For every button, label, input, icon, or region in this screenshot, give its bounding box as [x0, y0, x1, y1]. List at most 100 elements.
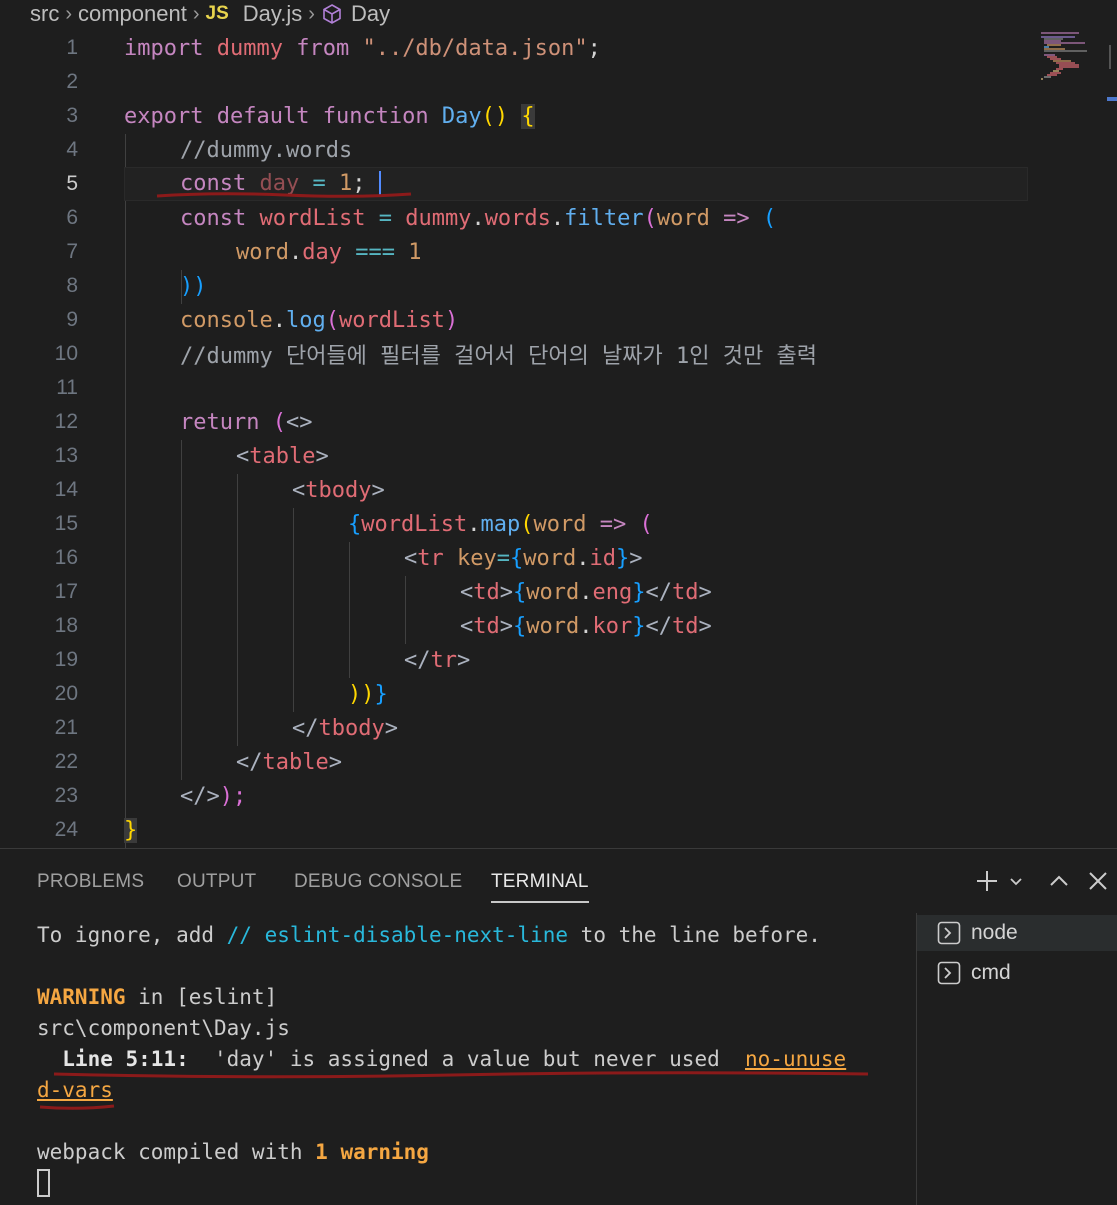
chevron-down-icon[interactable]	[1004, 867, 1028, 895]
code-line[interactable]: 16 <tr key={word.id}>	[0, 541, 1117, 575]
code-line[interactable]: 14 <tbody>	[0, 473, 1117, 507]
code-line[interactable]: 3 export default function Day() {	[0, 99, 1117, 133]
line-number: 4	[66, 138, 78, 161]
line-number: 11	[56, 376, 78, 399]
code-line[interactable]: 1 import dummy from "../db/data.json";	[0, 31, 1117, 65]
line-number: 18	[54, 614, 78, 637]
code-line[interactable]: 8 ))	[0, 269, 1117, 303]
minimap[interactable]	[1035, 31, 1117, 848]
code-comment: //dummy.words	[180, 137, 353, 163]
line-number: 14	[54, 478, 78, 501]
line-number: 3	[66, 104, 78, 127]
chevron-right-icon: ›	[65, 2, 72, 25]
code-line[interactable]: 23 </>);	[0, 779, 1117, 813]
line-number: 13	[54, 444, 78, 467]
line-number: 6	[66, 206, 78, 229]
terminal-output[interactable]: To ignore, add // eslint-disable-next-li…	[0, 913, 915, 1205]
code-text: export default function Day() {	[124, 103, 535, 129]
code-line[interactable]: 22 </table>	[0, 745, 1117, 779]
code-line[interactable]: 9 console.log(wordList)	[0, 303, 1117, 337]
breadcrumb-file[interactable]: Day.js	[243, 1, 303, 27]
code-line[interactable]: 12 return (<>	[0, 405, 1117, 439]
terminal-icon	[937, 921, 961, 945]
code-line[interactable]: 20 ))}	[0, 677, 1117, 711]
breadcrumb-src[interactable]: src	[30, 1, 59, 27]
code-text: ))	[180, 273, 207, 299]
line-number: 16	[54, 546, 78, 569]
code-text: return (<>	[180, 409, 313, 435]
tab-problems[interactable]: PROBLEMS	[37, 871, 144, 893]
close-icon[interactable]	[1084, 867, 1112, 895]
code-line[interactable]: 18 <td>{word.kor}</td>	[0, 609, 1117, 643]
code-line[interactable]: 15 {wordList.map(word => (	[0, 507, 1117, 541]
terminal-line: webpack compiled with 1 warning	[37, 1140, 429, 1164]
code-line[interactable]: 6 const wordList = dummy.words.filter(wo…	[0, 201, 1117, 235]
chevron-up-icon[interactable]	[1045, 867, 1073, 895]
symbol-cube-icon	[321, 3, 343, 25]
plus-icon[interactable]	[973, 867, 1001, 895]
code-text: const wordList = dummy.words.filter(word…	[180, 205, 777, 231]
line-number: 24	[54, 818, 78, 841]
tab-debug-console[interactable]: DEBUG CONSOLE	[294, 871, 462, 893]
code-comment: //dummy 단어들에 필터를 걸어서 단어의 날짜가 1인 것만 출력	[180, 344, 817, 369]
line-number: 12	[54, 410, 78, 433]
code-line[interactable]: 17 <td>{word.eng}</td>	[0, 575, 1117, 609]
code-text: <tbody>	[292, 477, 385, 503]
line-number: 5	[66, 172, 78, 195]
terminal-item-node[interactable]: node	[917, 915, 1117, 951]
terminal-item-label: node	[971, 921, 1018, 944]
terminal-line: WARNING in [eslint]	[37, 985, 278, 1009]
terminal-list: node cmd	[916, 913, 1117, 1205]
code-line[interactable]: 11	[0, 371, 1117, 405]
code-text: </tbody>	[292, 715, 398, 741]
minimap-scroll-indicator	[1109, 45, 1111, 69]
code-line[interactable]: 2	[0, 65, 1117, 99]
code-line-current[interactable]: 5 const day = 1;	[0, 167, 1117, 201]
line-number: 17	[54, 580, 78, 603]
red-underline-annotation	[156, 192, 412, 198]
line-number: 22	[54, 750, 78, 773]
code-text: import dummy from "../db/data.json";	[124, 35, 601, 61]
line-number: 2	[66, 70, 78, 93]
code-line[interactable]: 21 </tbody>	[0, 711, 1117, 745]
bottom-panel: PROBLEMS OUTPUT DEBUG CONSOLE TERMINAL T…	[0, 848, 1117, 1205]
code-text: <table>	[236, 443, 329, 469]
code-text: }	[124, 817, 138, 843]
line-number: 21	[54, 716, 78, 739]
terminal-line: src\component\Day.js	[37, 1016, 290, 1040]
code-line[interactable]: 19 </tr>	[0, 643, 1117, 677]
terminal-line: To ignore, add // eslint-disable-next-li…	[37, 923, 821, 947]
terminal-item-cmd[interactable]: cmd	[917, 955, 1117, 991]
breadcrumb-component[interactable]: component	[78, 1, 187, 27]
line-number: 8	[66, 274, 78, 297]
code-line[interactable]: 4 //dummy.words	[0, 133, 1117, 167]
code-text: </>);	[180, 783, 247, 809]
code-line[interactable]: 10 //dummy 단어들에 필터를 걸어서 단어의 날짜가 1인 것만 출력	[0, 337, 1117, 371]
line-number: 9	[66, 308, 78, 331]
breadcrumb: src › component › JS Day.js › Day	[0, 0, 1117, 28]
terminal-icon	[937, 961, 961, 985]
line-number: 15	[54, 512, 78, 535]
line-number: 1	[66, 36, 78, 59]
terminal-item-label: cmd	[971, 961, 1011, 984]
code-line[interactable]: 24 }	[0, 813, 1117, 847]
code-editor[interactable]: 1 import dummy from "../db/data.json"; 2…	[0, 31, 1117, 848]
code-text: <td>{word.eng}</td>	[460, 579, 712, 605]
line-number: 7	[66, 240, 78, 263]
panel-tab-bar: PROBLEMS OUTPUT DEBUG CONSOLE TERMINAL	[0, 849, 1117, 913]
code-text: </tr>	[404, 647, 471, 673]
tab-output[interactable]: OUTPUT	[177, 871, 256, 893]
breadcrumb-symbol[interactable]: Day	[351, 1, 390, 27]
code-line[interactable]: 13 <table>	[0, 439, 1117, 473]
tab-terminal[interactable]: TERMINAL	[491, 871, 589, 903]
minimap-preview	[1041, 32, 1087, 80]
code-text: word.day === 1	[236, 239, 422, 265]
red-underline-annotation	[53, 1071, 869, 1079]
javascript-file-icon: JS	[205, 3, 229, 24]
code-text: console.log(wordList)	[180, 307, 459, 333]
line-number: 20	[54, 682, 78, 705]
line-number: 19	[54, 648, 78, 671]
chevron-right-icon: ›	[192, 2, 200, 25]
code-line[interactable]: 7 word.day === 1	[0, 235, 1117, 269]
red-underline-annotation	[39, 1104, 115, 1110]
